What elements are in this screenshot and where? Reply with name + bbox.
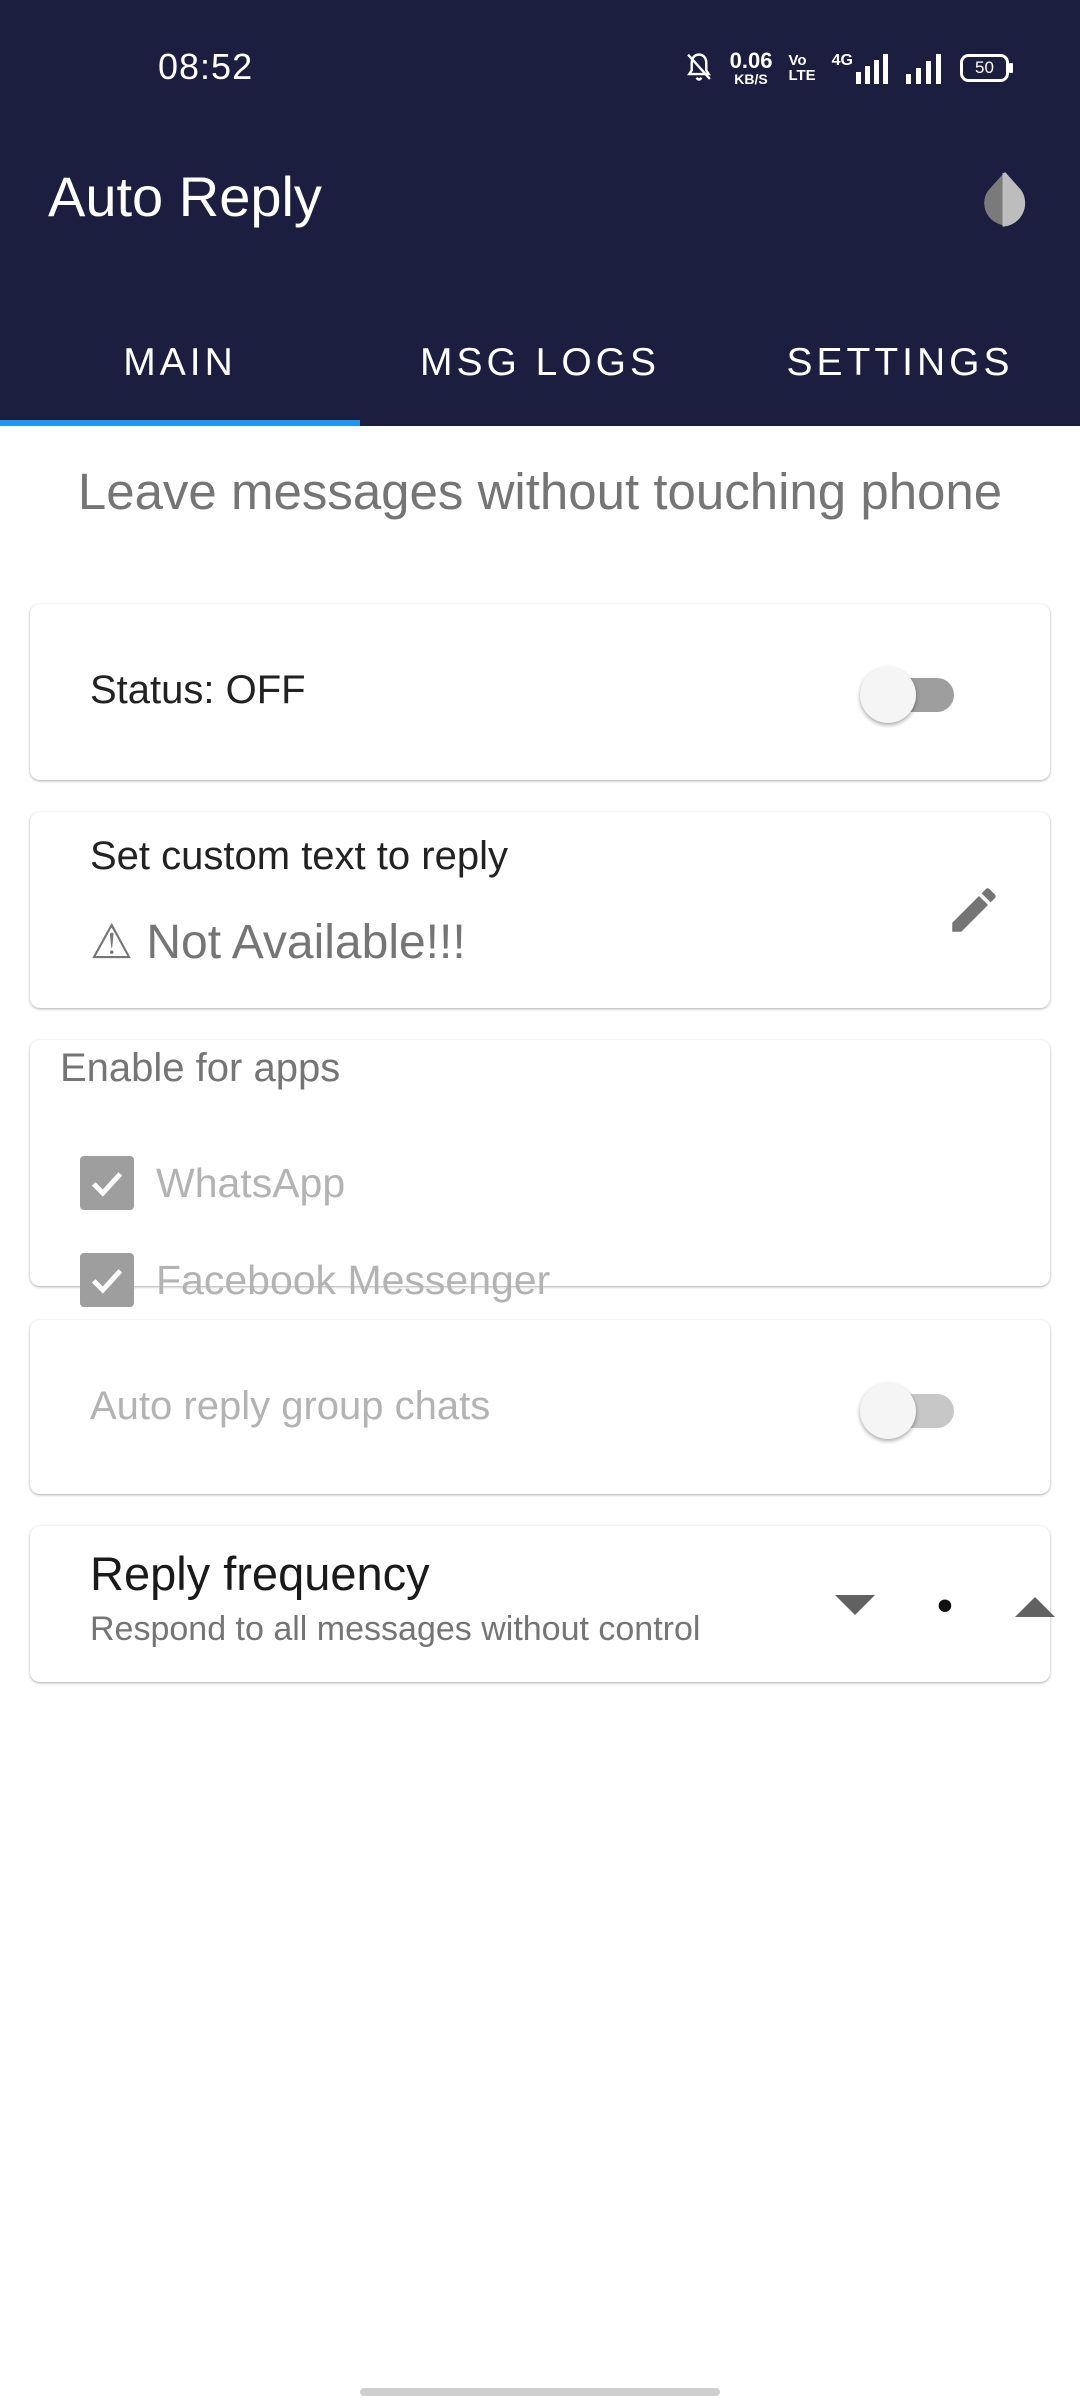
reply-frequency-value: •	[937, 1581, 953, 1630]
whatsapp-label: WhatsApp	[156, 1159, 346, 1206]
whatsapp-checkbox[interactable]	[80, 1156, 134, 1210]
status-card: Status: OFF	[30, 604, 1050, 780]
network-type: 4G	[831, 52, 853, 69]
bell-off-icon	[684, 51, 714, 85]
tab-main-label: MAIN	[123, 341, 237, 384]
tab-settings[interactable]: SETTINGS	[720, 300, 1080, 426]
increase-frequency-button[interactable]	[990, 1566, 1080, 1646]
custom-text-value: ⚠ Not Available!!!	[90, 916, 466, 969]
app-title: Auto Reply	[48, 165, 322, 228]
decrease-frequency-button[interactable]	[810, 1566, 900, 1646]
tab-bar: MAIN MSG LOGS SETTINGS	[0, 300, 1080, 426]
whatsapp-checkbox-row[interactable]: WhatsApp	[80, 1148, 345, 1218]
arrow-down-icon	[835, 1595, 875, 1615]
volte-bottom: LTE	[788, 67, 816, 84]
status-icons: 0.06 KB/S Vo LTE 4G 50	[684, 44, 1014, 92]
messenger-checkbox[interactable]	[80, 1253, 134, 1307]
home-indicator[interactable]	[360, 2388, 720, 2396]
tab-settings-label: SETTINGS	[786, 341, 1014, 384]
net-speed-unit: KB/S	[734, 71, 768, 87]
status-bar: 08:52 0.06 KB/S Vo LTE 4G 50	[0, 0, 1080, 136]
network-speed: 0.06 KB/S	[729, 48, 773, 87]
4g-signal-icon: 4G	[832, 52, 890, 84]
messenger-label: Facebook Messenger	[156, 1256, 551, 1303]
status-toggle[interactable]	[860, 660, 964, 723]
enable-apps-card: Enable for apps WhatsApp Facebook Messen…	[30, 1040, 1050, 1307]
enable-apps-title: Enable for apps	[60, 1046, 341, 1090]
tab-main[interactable]: MAIN	[0, 300, 360, 426]
pencil-icon[interactable]	[934, 870, 1014, 950]
reply-frequency-description: Respond to all messages without control	[90, 1610, 701, 1648]
tab-msg-logs-label: MSG LOGS	[419, 341, 661, 384]
arrow-up-icon	[1015, 1597, 1055, 1617]
net-speed-value: 0.06	[729, 48, 773, 73]
volte-icon: Vo LTE	[788, 53, 815, 83]
messenger-checkbox-row[interactable]: Facebook Messenger	[80, 1245, 550, 1315]
battery-level: 50	[975, 58, 994, 77]
group-chats-toggle-thumb	[860, 1383, 916, 1439]
invert-colors-icon[interactable]	[972, 166, 1036, 230]
signal-icon	[906, 52, 944, 84]
status-label: Status: OFF	[90, 668, 306, 712]
check-icon	[91, 1172, 123, 1197]
check-icon	[91, 1269, 123, 1294]
tab-msg-logs[interactable]: MSG LOGS	[360, 300, 720, 426]
reply-frequency-title: Reply frequency	[90, 1547, 430, 1600]
status-time: 08:52	[158, 46, 254, 87]
custom-text-title: Set custom text to reply	[90, 834, 508, 878]
group-chats-toggle[interactable]	[860, 1376, 964, 1439]
page-subtitle: Leave messages without touching phone	[77, 463, 1003, 520]
status-toggle-thumb	[860, 667, 916, 723]
battery-icon: 50	[960, 54, 1014, 82]
reply-frequency-card: Reply frequency Respond to all messages …	[30, 1526, 1055, 1682]
group-chats-label: Auto reply group chats	[90, 1384, 491, 1428]
group-chats-card: Auto reply group chats	[30, 1320, 1050, 1494]
custom-text-card[interactable]: Set custom text to reply ⚠ Not Available…	[30, 812, 1050, 1008]
app-header: 08:52 0.06 KB/S Vo LTE 4G 50 Auto Reply …	[0, 0, 1080, 426]
